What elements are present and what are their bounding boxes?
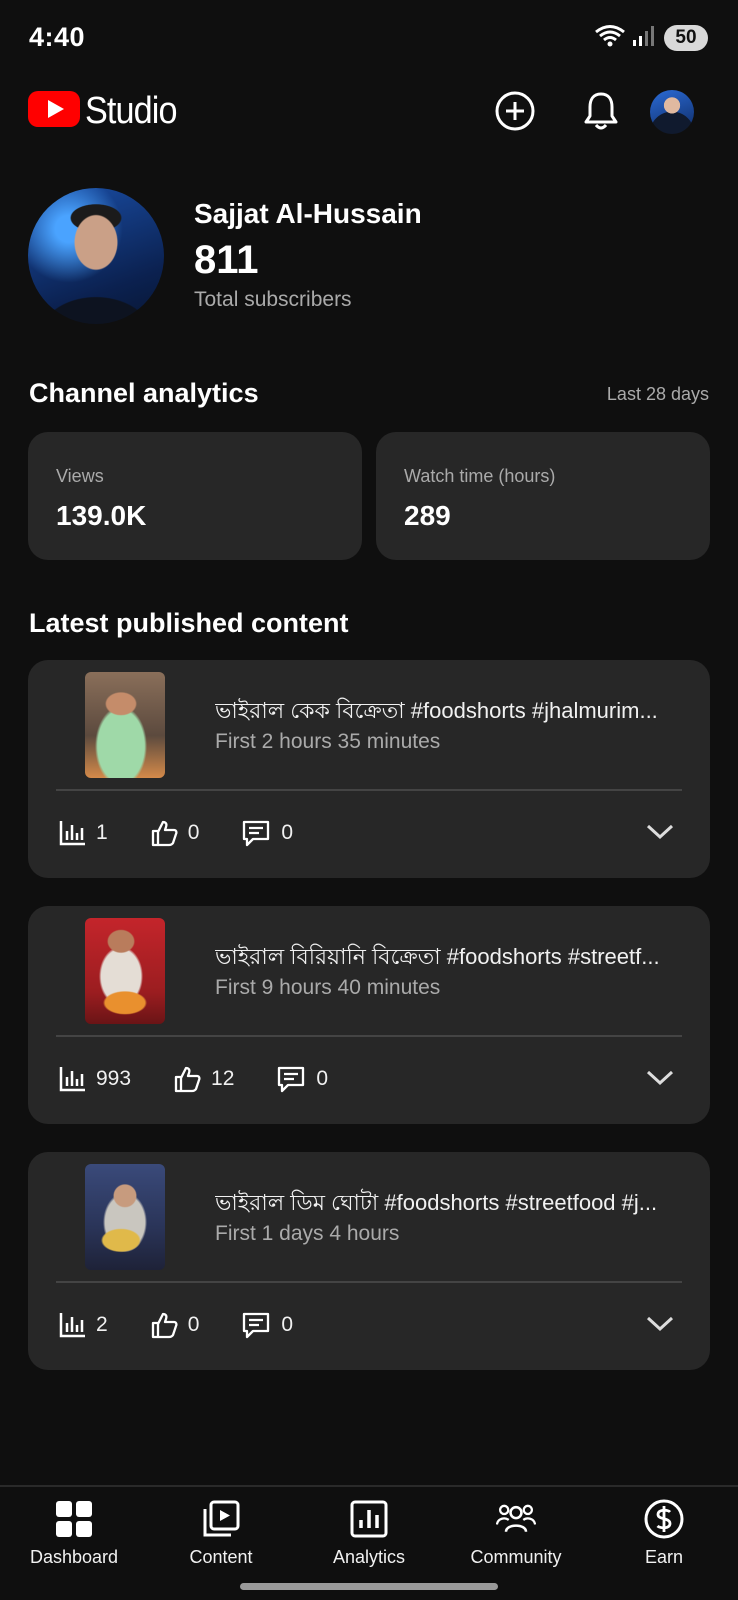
video-thumbnail[interactable] (85, 672, 165, 778)
views-count: 1 (96, 821, 108, 844)
comments-metric: 0 (241, 819, 293, 847)
nav-label: Dashboard (29, 1547, 119, 1567)
likes-metric: 0 (150, 819, 200, 847)
video-age: First 1 days 4 hours (215, 1222, 400, 1245)
signal-icon (632, 24, 658, 53)
views-label: Views (56, 466, 104, 486)
video-title: ভাইরাল বিরিয়ানি বিক্রেতা #foodshorts #s… (215, 944, 660, 969)
video-age: First 9 hours 40 minutes (215, 976, 441, 999)
comments-metric: 0 (276, 1065, 328, 1093)
nav-label: Community (470, 1547, 562, 1567)
analytics-period: Last 28 days (606, 384, 709, 404)
comments-count: 0 (281, 821, 294, 844)
video-metrics: 993 12 0 (58, 1062, 370, 1096)
wifi-icon (594, 24, 626, 53)
dashboard-icon (54, 1499, 94, 1539)
notifications-button[interactable] (576, 88, 626, 138)
comment-icon (276, 1065, 306, 1093)
content-card[interactable]: ভাইরাল কেক বিক্রেতা #foodshorts #jhalmur… (28, 660, 710, 878)
comments-metric: 0 (241, 1311, 293, 1339)
thumbs-up-icon (150, 1311, 178, 1339)
nav-content[interactable]: Content (147, 1499, 295, 1579)
nav-label: Content (189, 1547, 253, 1567)
likes-count: 0 (187, 821, 200, 844)
nav-label: Analytics (332, 1547, 406, 1567)
analytics-icon (349, 1499, 389, 1539)
comment-icon (241, 819, 271, 847)
chevron-down-icon (646, 1315, 674, 1338)
divider (56, 1035, 682, 1037)
views-count: 2 (96, 1313, 108, 1336)
video-title: ভাইরাল কেক বিক্রেতা #foodshorts #jhalmur… (215, 698, 658, 723)
video-thumbnail[interactable] (85, 1164, 165, 1270)
thumbs-up-icon (150, 819, 178, 847)
bell-icon (581, 90, 621, 137)
nav-dashboard[interactable]: Dashboard (0, 1499, 148, 1579)
subscriber-count: 811 (194, 238, 259, 282)
nav-label: Earn (644, 1547, 684, 1567)
community-icon (496, 1499, 536, 1539)
video-metrics: 2 0 0 (58, 1308, 335, 1342)
subscriber-label: Total subscribers (194, 288, 352, 311)
chevron-down-icon (646, 823, 674, 846)
bar-chart-icon (58, 819, 86, 847)
views-value: 139.0K (56, 500, 147, 531)
content-icon (201, 1499, 241, 1539)
watch-time-card[interactable]: Watch time (hours) 289 (376, 432, 710, 560)
expand-button[interactable] (644, 818, 676, 850)
nav-earn[interactable]: Earn (590, 1499, 738, 1579)
comments-count: 0 (281, 1313, 294, 1336)
latest-content-title: Latest published content (29, 608, 349, 638)
video-age: First 2 hours 35 minutes (215, 730, 441, 753)
views-metric: 993 (58, 1065, 131, 1093)
youtube-play-icon (28, 91, 80, 132)
views-count: 993 (96, 1067, 132, 1090)
content-card[interactable]: ভাইরাল বিরিয়ানি বিক্রেতা #foodshorts #s… (28, 906, 710, 1124)
battery-indicator: 50 (664, 25, 708, 51)
create-button[interactable] (490, 88, 540, 138)
status-time: 4:40 (29, 22, 86, 52)
add-circle-icon (494, 90, 536, 137)
video-metrics: 1 0 0 (58, 816, 335, 850)
likes-count: 0 (187, 1313, 200, 1336)
comment-icon (241, 1311, 271, 1339)
views-metric: 1 (58, 819, 108, 847)
app-header: Studio (0, 76, 738, 148)
divider (56, 1281, 682, 1283)
channel-avatar[interactable] (28, 188, 164, 324)
dollar-icon (644, 1499, 684, 1539)
expand-button[interactable] (644, 1064, 676, 1096)
home-indicator[interactable] (240, 1583, 498, 1590)
nav-community[interactable]: Community (442, 1499, 590, 1579)
bar-chart-icon (58, 1311, 86, 1339)
watch-time-label: Watch time (hours) (404, 466, 556, 486)
channel-profile: Sajjat Al-Hussain 811 Total subscribers (28, 188, 708, 328)
thumbs-up-icon (173, 1065, 201, 1093)
bar-chart-icon (58, 1065, 86, 1093)
status-bar: 4:40 50 (0, 0, 738, 76)
likes-count: 12 (211, 1067, 235, 1090)
chevron-down-icon (646, 1069, 674, 1092)
account-avatar[interactable] (650, 90, 694, 134)
expand-button[interactable] (644, 1310, 676, 1342)
video-thumbnail[interactable] (85, 918, 165, 1024)
studio-logo[interactable]: Studio (28, 90, 187, 133)
likes-metric: 0 (150, 1311, 200, 1339)
video-title: ভাইরাল ডিম ঘোটা #foodshorts #streetfood … (215, 1190, 658, 1215)
comments-count: 0 (316, 1067, 329, 1090)
logo-text: Studio (85, 90, 177, 132)
analytics-title: Channel analytics (29, 378, 259, 408)
views-metric: 2 (58, 1311, 108, 1339)
views-card[interactable]: Views 139.0K (28, 432, 362, 560)
divider (56, 789, 682, 791)
status-icons: 50 (594, 24, 708, 52)
watch-time-value: 289 (404, 500, 451, 531)
likes-metric: 12 (173, 1065, 234, 1093)
nav-analytics[interactable]: Analytics (295, 1499, 443, 1579)
content-card[interactable]: ভাইরাল ডিম ঘোটা #foodshorts #streetfood … (28, 1152, 710, 1370)
channel-name: Sajjat Al-Hussain (194, 198, 422, 229)
